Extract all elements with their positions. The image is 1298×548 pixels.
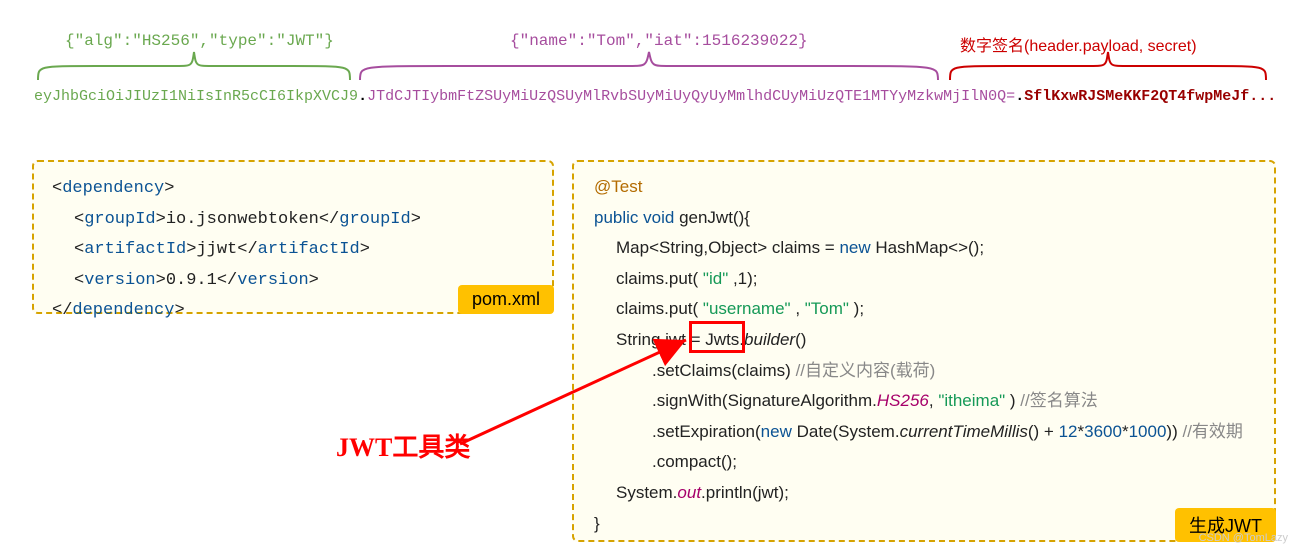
java-code: @Test public void genJwt(){ Map<String,O…: [574, 162, 1274, 548]
brace-signature: [948, 48, 1268, 82]
pom-box: <dependency> <groupId>io.jsonwebtoken</g…: [32, 160, 554, 314]
jwt-payload-b64: JTdCJTIybmFtZSUyMiUzQSUyMlRvbSUyMiUyQyUy…: [367, 88, 1015, 105]
brace-header: [36, 48, 352, 82]
jwt-sig-b64: SflKxwRJSMeKKF2QT4fwpMeJf...: [1024, 88, 1276, 105]
brace-payload: [358, 48, 940, 82]
jwt-token: eyJhbGciOiJIUzI1NiIsInR5cCI6IkpXVCJ9.JTd…: [34, 88, 1276, 105]
watermark: CSDN @TomLazy: [1199, 532, 1288, 544]
jwt-header-b64: eyJhbGciOiJIUzI1NiIsInR5cCI6IkpXVCJ9: [34, 88, 358, 105]
java-box: @Test public void genJwt(){ Map<String,O…: [572, 160, 1276, 542]
pom-tag: pom.xml: [458, 285, 554, 314]
jwt-tool-label: JWT工具类: [336, 427, 470, 464]
jwts-highlight: [689, 321, 745, 353]
